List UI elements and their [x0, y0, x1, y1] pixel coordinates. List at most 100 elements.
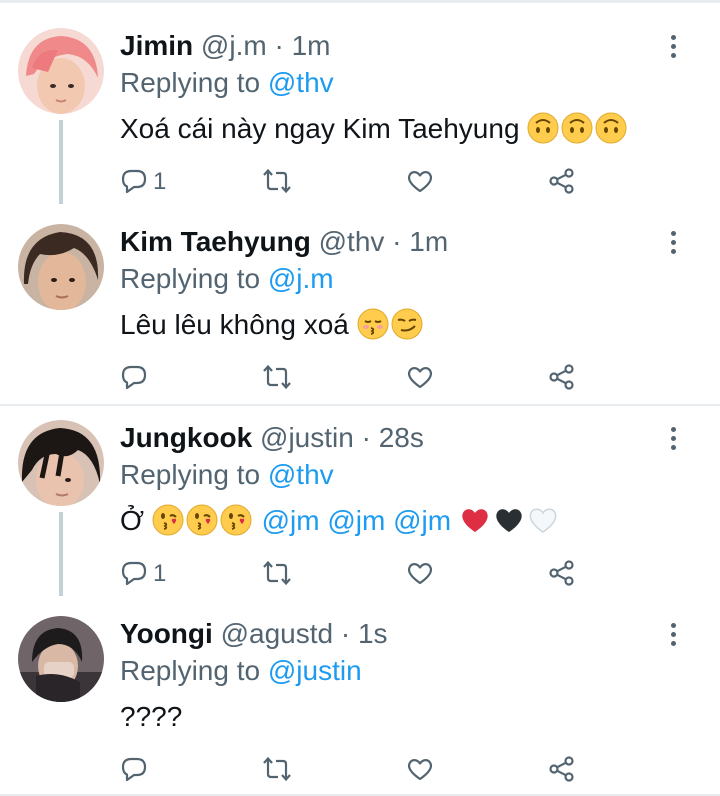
mention-link[interactable]: @jm — [327, 505, 385, 536]
retweet-button[interactable] — [262, 166, 294, 196]
face-blowing-kiss-icon — [220, 504, 252, 536]
reply-button[interactable]: 1 — [120, 558, 180, 588]
handle[interactable]: @justin — [260, 422, 354, 453]
replying-label: Replying to — [120, 67, 261, 98]
more-options-icon[interactable] — [662, 620, 686, 650]
tweet-text: ???? — [120, 700, 182, 734]
tweet-jungkook[interactable]: Jungkook @justin · 28s Replying to @thv … — [0, 420, 720, 596]
reply-icon — [121, 365, 147, 390]
retweet-icon — [263, 364, 291, 390]
tweet-header: Jimin @j.m · 1m — [120, 28, 330, 64]
timestamp[interactable]: 1s — [358, 618, 388, 649]
avatar-kim-taehyung[interactable] — [18, 224, 104, 310]
share-button[interactable] — [548, 558, 578, 588]
replying-mention[interactable]: @justin — [268, 655, 362, 686]
separator: · — [333, 618, 358, 649]
tweet-header: Kim Taehyung @thv · 1m — [120, 224, 448, 260]
white-heart-icon — [527, 504, 559, 536]
tweet-jimin[interactable]: Jimin @j.m · 1m Replying to @thv Xoá cái… — [0, 28, 720, 204]
tweet-divider — [0, 404, 720, 406]
share-button[interactable] — [548, 754, 578, 784]
like-button[interactable] — [406, 166, 436, 196]
mention-link[interactable]: @jm — [262, 505, 320, 536]
display-name[interactable]: Jimin — [120, 30, 193, 61]
face-blowing-kiss-icon — [152, 504, 184, 536]
replying-label: Replying to — [120, 263, 261, 294]
tweet-actions — [0, 362, 720, 392]
reply-button[interactable] — [120, 362, 150, 392]
handle[interactable]: @thv — [319, 226, 385, 257]
reply-button[interactable] — [120, 754, 150, 784]
share-icon — [549, 168, 574, 194]
timestamp[interactable]: 28s — [379, 422, 424, 453]
more-options-icon[interactable] — [662, 424, 686, 454]
share-icon — [549, 364, 574, 390]
share-icon — [549, 756, 574, 782]
top-divider — [0, 0, 720, 3]
tweet-text: Lêu lêu không xoá — [120, 308, 425, 342]
handle[interactable]: @j.m — [201, 30, 267, 61]
share-button[interactable] — [548, 362, 578, 392]
red-heart-icon — [459, 504, 491, 536]
tweet-text-content: Lêu lêu không xoá — [120, 309, 349, 340]
tweet-actions: 1 — [0, 558, 720, 588]
upside-down-face-icon — [527, 112, 559, 144]
avatar-jungkook[interactable] — [18, 420, 104, 506]
reply-count: 1 — [153, 560, 167, 587]
tweet-text: Xoá cái này ngay Kim Taehyung — [120, 112, 629, 146]
like-icon — [408, 367, 432, 389]
more-options-icon[interactable] — [662, 228, 686, 258]
share-icon — [549, 560, 574, 586]
smirking-face-icon — [391, 308, 423, 340]
tweet-actions — [0, 754, 720, 784]
tweet-text-content: ???? — [120, 701, 183, 732]
black-heart-icon — [493, 504, 525, 536]
like-icon — [408, 171, 432, 193]
timestamp[interactable]: 1m — [292, 30, 331, 61]
retweet-button[interactable] — [262, 754, 294, 784]
replying-to: Replying to @thv — [120, 458, 334, 492]
replying-label: Replying to — [120, 655, 261, 686]
display-name[interactable]: Yoongi — [120, 618, 213, 649]
reply-count: 1 — [153, 168, 167, 195]
like-icon — [408, 563, 432, 585]
upside-down-face-icon — [595, 112, 627, 144]
like-button[interactable] — [406, 754, 436, 784]
display-name[interactable]: Jungkook — [120, 422, 252, 453]
replying-mention[interactable]: @thv — [268, 67, 334, 98]
tweet-header: Jungkook @justin · 28s — [120, 420, 424, 456]
more-options-icon[interactable] — [662, 32, 686, 62]
separator: · — [384, 226, 410, 257]
handle[interactable]: @agustd — [221, 618, 334, 649]
retweet-icon — [263, 168, 291, 194]
share-button[interactable] — [548, 166, 578, 196]
avatar-jimin[interactable] — [18, 28, 104, 114]
replying-mention[interactable]: @j.m — [268, 263, 334, 294]
upside-down-face-icon — [561, 112, 593, 144]
replying-to: Replying to @thv — [120, 66, 334, 100]
tweet-header: Yoongi @agustd · 1s — [120, 616, 388, 652]
tweet-kim-taehyung[interactable]: Kim Taehyung @thv · 1m Replying to @j.m … — [0, 224, 720, 394]
replying-label: Replying to — [120, 459, 261, 490]
face-blowing-kiss-icon — [186, 504, 218, 536]
separator: · — [266, 30, 292, 61]
reply-icon — [121, 757, 147, 782]
replying-to: Replying to @j.m — [120, 262, 334, 296]
retweet-button[interactable] — [262, 558, 294, 588]
tweet-yoongi[interactable]: Yoongi @agustd · 1s Replying to @justin … — [0, 616, 720, 786]
reply-icon — [121, 169, 147, 194]
display-name[interactable]: Kim Taehyung — [120, 226, 311, 257]
like-icon — [408, 759, 432, 781]
mention-link[interactable]: @jm — [393, 505, 451, 536]
like-button[interactable] — [406, 362, 436, 392]
retweet-button[interactable] — [262, 362, 294, 392]
reply-icon — [121, 561, 147, 586]
tweet-text: Ở @jm @jm @jm — [120, 504, 561, 538]
avatar-yoongi[interactable] — [18, 616, 104, 702]
timestamp[interactable]: 1m — [409, 226, 448, 257]
retweet-icon — [263, 756, 291, 782]
reply-button[interactable]: 1 — [120, 166, 180, 196]
replying-mention[interactable]: @thv — [268, 459, 334, 490]
separator: · — [353, 422, 379, 453]
like-button[interactable] — [406, 558, 436, 588]
